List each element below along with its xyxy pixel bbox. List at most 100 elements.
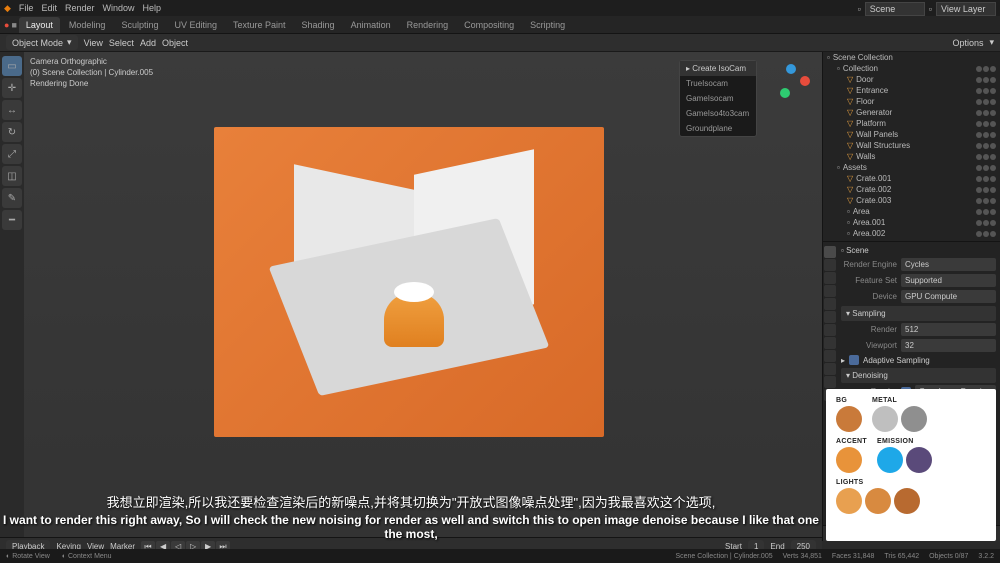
stop-button[interactable]: ■ <box>11 20 16 30</box>
nav-gizmo[interactable] <box>772 62 812 102</box>
tab-viewlayer[interactable] <box>824 272 836 284</box>
swatch <box>877 447 903 473</box>
feature-set-label: Feature Set <box>841 276 897 285</box>
sampling-panel-header[interactable]: ▾ Sampling <box>841 306 996 321</box>
outliner-panel: ▫ Scene Collection ▫ Collection▽ Door▽ E… <box>823 52 1000 242</box>
menu-window[interactable]: Window <box>102 3 134 13</box>
viewport-samples-input[interactable]: 32 <box>901 339 996 352</box>
menu-help[interactable]: Help <box>143 3 162 13</box>
options-dropdown[interactable]: Options <box>952 38 983 48</box>
status-objects: Objects 0/87 <box>929 553 968 560</box>
tab-physics[interactable] <box>824 350 836 362</box>
subtitle-english: I want to render this right away, So I w… <box>0 513 822 541</box>
tab-scene[interactable] <box>824 285 836 297</box>
scene-crumb: ▫ Scene <box>841 246 869 255</box>
outliner-item[interactable]: ▽ Door <box>823 74 1000 85</box>
render-engine-dropdown[interactable]: Cycles <box>901 258 996 271</box>
tab-output[interactable] <box>824 259 836 271</box>
outliner-item[interactable]: ▽ Generator <box>823 107 1000 118</box>
context-menu-header: ▸ Create IsoCam <box>680 61 756 76</box>
tab-modifier[interactable] <box>824 324 836 336</box>
outliner-item[interactable]: ▽ Crate.002 <box>823 184 1000 195</box>
top-menu-bar: ◆ File Edit Render Window Help ▫ ▫ <box>0 0 1000 16</box>
palette-accent: ACCENT <box>836 438 867 473</box>
header-add[interactable]: Add <box>140 38 156 48</box>
record-button[interactable]: ● <box>4 20 9 30</box>
workspace-rendering[interactable]: Rendering <box>400 17 456 33</box>
outliner-item[interactable]: ▽ Walls <box>823 151 1000 162</box>
header-select[interactable]: Select <box>109 38 134 48</box>
outliner-item[interactable]: ▽ Wall Structures <box>823 140 1000 151</box>
render-result-image <box>214 127 604 437</box>
header-object[interactable]: Object <box>162 38 188 48</box>
adaptive-checkbox[interactable] <box>849 355 859 365</box>
workspace-modeling[interactable]: Modeling <box>62 17 113 33</box>
properties-tabs <box>823 242 837 401</box>
viewport-header: Object Mode▾ View Select Add Object Opti… <box>0 34 1000 52</box>
workspace-uv[interactable]: UV Editing <box>167 17 224 33</box>
hint-context: ◐ Context Menu <box>62 553 112 560</box>
outliner-item[interactable]: ▽ Crate.001 <box>823 173 1000 184</box>
palette-lights: LIGHTS <box>836 479 920 514</box>
chevron-down-icon: ▾ <box>67 37 72 48</box>
menu-item-gameisocam[interactable]: GameIsocam <box>680 91 756 106</box>
hint-rotate: ◐ Rotate View <box>6 553 50 560</box>
outliner-item[interactable]: ▫ Area <box>823 206 1000 217</box>
scene-name-input[interactable] <box>865 2 925 16</box>
palette-bg: BG <box>836 397 862 432</box>
blender-icon: ◆ <box>4 3 11 14</box>
tool-annotate[interactable]: ✎ <box>2 188 22 208</box>
outliner-item[interactable]: ▫ Assets <box>823 162 1000 173</box>
tab-particles[interactable] <box>824 337 836 349</box>
outliner-item[interactable]: ▽ Wall Panels <box>823 129 1000 140</box>
tool-measure[interactable]: ━ <box>2 210 22 230</box>
outliner-root[interactable]: ▫ Scene Collection <box>823 52 1000 63</box>
device-dropdown[interactable]: GPU Compute <box>901 290 996 303</box>
tool-scale[interactable]: ⤢ <box>2 144 22 164</box>
viewport-3d[interactable]: Camera Orthographic (0) Scene Collection… <box>24 52 822 541</box>
workspace-sculpting[interactable]: Sculpting <box>114 17 165 33</box>
outliner-item[interactable]: ▽ Floor <box>823 96 1000 107</box>
tab-object[interactable] <box>824 311 836 323</box>
menu-render[interactable]: Render <box>65 3 95 13</box>
menu-item-groundplane[interactable]: Groundplane <box>680 121 756 136</box>
menu-file[interactable]: File <box>19 3 34 13</box>
outliner-item[interactable]: ▫ Area.001 <box>823 217 1000 228</box>
tab-data[interactable] <box>824 376 836 388</box>
subtitle-chinese: 我想立即渲染,所以我还要检查渲染后的新噪点,并将其切换为"开放式图像噪点处理",… <box>0 492 822 511</box>
tool-select[interactable]: ▭ <box>2 56 22 76</box>
denoising-panel-header[interactable]: ▾ Denoising <box>841 368 996 383</box>
feature-set-dropdown[interactable]: Supported <box>901 274 996 287</box>
menu-item-gameiso4to3[interactable]: GameIso4to3cam <box>680 106 756 121</box>
tab-constraints[interactable] <box>824 363 836 375</box>
header-view[interactable]: View <box>84 38 103 48</box>
swatch <box>901 406 927 432</box>
workspace-texpaint[interactable]: Texture Paint <box>226 17 293 33</box>
tool-cursor[interactable]: ✛ <box>2 78 22 98</box>
mode-dropdown[interactable]: Object Mode▾ <box>6 35 78 50</box>
tool-rotate[interactable]: ↻ <box>2 122 22 142</box>
menu-edit[interactable]: Edit <box>41 3 57 13</box>
workspace-scripting[interactable]: Scripting <box>523 17 572 33</box>
render-samples-input[interactable]: 512 <box>901 323 996 336</box>
adaptive-sampling-row[interactable]: ▸ Adaptive Sampling <box>841 355 996 365</box>
tab-render[interactable] <box>824 246 836 258</box>
device-label: Device <box>841 292 897 301</box>
swatch <box>836 406 862 432</box>
viewlayer-icon: ▫ <box>929 4 932 14</box>
tool-move[interactable]: ↔ <box>2 100 22 120</box>
outliner-item[interactable]: ▽ Platform <box>823 118 1000 129</box>
outliner-item[interactable]: ▫ Area.002 <box>823 228 1000 239</box>
outliner-item[interactable]: ▫ Collection <box>823 63 1000 74</box>
tool-transform[interactable]: ◫ <box>2 166 22 186</box>
workspace-shading[interactable]: Shading <box>295 17 342 33</box>
viewport-samples-label: Viewport <box>841 341 897 350</box>
menu-item-trueisocam[interactable]: TrueIsocam <box>680 76 756 91</box>
outliner-item[interactable]: ▽ Crate.003 <box>823 195 1000 206</box>
workspace-compositing[interactable]: Compositing <box>457 17 521 33</box>
workspace-animation[interactable]: Animation <box>344 17 398 33</box>
workspace-layout[interactable]: Layout <box>19 17 60 33</box>
outliner-item[interactable]: ▽ Entrance <box>823 85 1000 96</box>
tab-world[interactable] <box>824 298 836 310</box>
viewlayer-input[interactable] <box>936 2 996 16</box>
